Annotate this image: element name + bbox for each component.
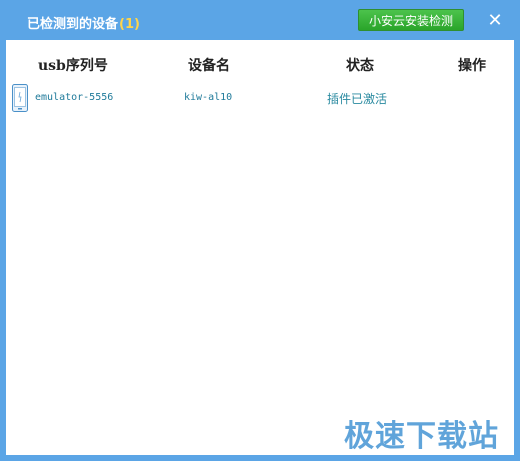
usb-serial-cell: emulator-5556 (35, 92, 114, 103)
install-detect-button[interactable]: 小安云安装检测 (358, 9, 464, 31)
device-table: usb序列号 设备名 状态 操作 emulator-5556 kiw-al10 … (6, 40, 514, 455)
status-cell: 插件已激活 (327, 92, 388, 106)
column-header-device-name: 设备名 (188, 58, 230, 74)
close-icon[interactable]: ✕ (486, 12, 504, 30)
dialog-title-text: 已检测到的设备 (27, 17, 119, 32)
column-header-status: 状态 (346, 58, 374, 74)
column-header-usb-serial: usb序列号 (38, 58, 108, 74)
table-row[interactable]: emulator-5556 kiw-al10 插件已激活 (6, 84, 514, 114)
phone-icon (12, 84, 28, 112)
device-dialog: 已检测到的设备(1) 小安云安装检测 ✕ usb序列号 设备名 状态 操作 em… (0, 0, 520, 461)
device-name-cell: kiw-al10 (184, 92, 233, 103)
watermark-logo: 极速下载站 (344, 419, 499, 454)
dialog-title: 已检测到的设备(1) (27, 13, 140, 32)
device-count: (1) (119, 17, 140, 32)
title-bar: 已检测到的设备(1) 小安云安装检测 ✕ (0, 0, 520, 40)
column-header-action: 操作 (458, 58, 486, 74)
